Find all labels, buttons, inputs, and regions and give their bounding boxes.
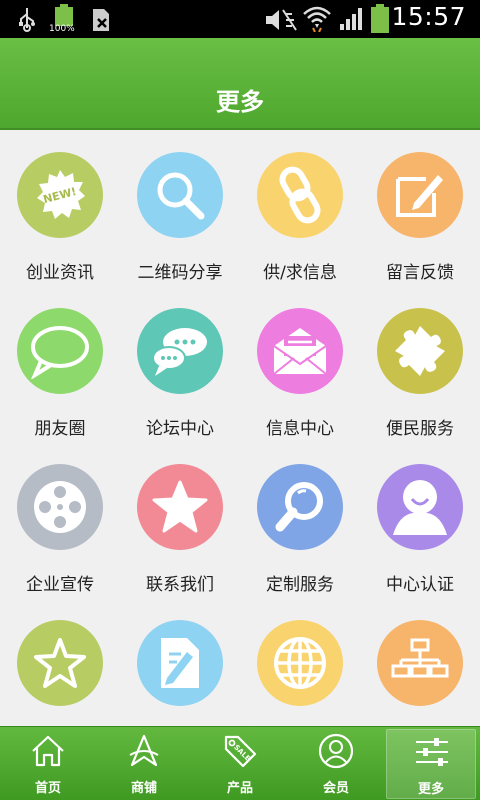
grid-item-custom-service[interactable]: 定制服务 (240, 442, 360, 598)
grid-item-label: 论坛中心 (146, 419, 214, 439)
grid-item-label: 联系我们 (146, 575, 214, 595)
grid-item-label: 中心认证 (386, 575, 454, 595)
nav-item-shop[interactable]: 商铺 (96, 727, 192, 800)
nav-item-member[interactable]: 会员 (288, 727, 384, 800)
grid-item-startup-news[interactable]: NEW! 创业资讯 (0, 130, 120, 286)
battery-icon: 100% (49, 4, 76, 34)
sale-tag-icon: SALE (224, 735, 257, 768)
new-badge-icon: NEW! (17, 152, 103, 238)
grid-item-contact-us[interactable]: 联系我们 (120, 442, 240, 598)
grid-item-label: 留言反馈 (386, 263, 454, 283)
grid-item-favorites[interactable] (0, 598, 120, 726)
grid-item-public-service[interactable]: 便民服务 (360, 286, 480, 442)
battery-icon (371, 4, 389, 33)
grid-item-label: 创业资讯 (26, 263, 94, 283)
menu-grid: NEW! 创业资讯 二维码分享 供/求信息 留言反馈 朋友圈 论坛中心 信息中心… (0, 130, 480, 726)
page-title: 更多 (216, 88, 264, 116)
mail-icon (257, 308, 343, 394)
mute-icon (266, 9, 297, 31)
sim-icon (93, 9, 109, 31)
nav-label: 商铺 (130, 781, 157, 796)
globe-icon (257, 620, 343, 706)
link-icon (257, 152, 343, 238)
header-bar: 更多 (0, 38, 480, 130)
grid-item-forum[interactable]: 论坛中心 (120, 286, 240, 442)
grid-item-sitemap[interactable] (360, 598, 480, 726)
grid-item-info-center[interactable]: 信息中心 (240, 286, 360, 442)
grid-item-label: 朋友圈 (34, 419, 86, 439)
chat-bubbles-icon (137, 308, 223, 394)
grid-item-label: 定制服务 (266, 575, 334, 595)
grid-item-website[interactable] (240, 598, 360, 726)
magnifier-icon (257, 464, 343, 550)
document-edit-icon (137, 620, 223, 706)
nav-label: 更多 (417, 782, 444, 797)
grid-item-supply-demand[interactable]: 供/求信息 (240, 130, 360, 286)
puzzle-icon (377, 308, 463, 394)
settings-sliders-icon (416, 738, 448, 766)
battery-percent-label: 100% (49, 24, 75, 34)
grid-item-label: 二维码分享 (137, 263, 223, 283)
grid-item-label: 便民服务 (386, 419, 454, 439)
status-bar: 100% 15:57 (0, 0, 480, 38)
search-icon (137, 152, 223, 238)
nav-item-more[interactable]: 更多 (386, 729, 476, 799)
star-outline-icon (17, 620, 103, 706)
grid-item-label: 企业宣传 (26, 575, 94, 595)
film-reel-icon (17, 464, 103, 550)
nav-label: 会员 (322, 781, 349, 796)
grid-item-center-certification[interactable]: 中心认证 (360, 442, 480, 598)
edit-icon (377, 152, 463, 238)
nav-item-products[interactable]: SALE 产品 (192, 727, 288, 800)
grid-item-moments[interactable]: 朋友圈 (0, 286, 120, 442)
member-icon (318, 733, 354, 769)
grid-item-qrcode-share[interactable]: 二维码分享 (120, 130, 240, 286)
grid-item-company-promo[interactable]: 企业宣传 (0, 442, 120, 598)
sitemap-icon (377, 620, 463, 706)
nav-label: 产品 (226, 781, 253, 796)
user-icon (377, 464, 463, 550)
speech-bubble-icon (17, 308, 103, 394)
bottom-nav: 首页 商铺 SALE 产品 会员 更多 (0, 726, 480, 800)
home-icon (32, 735, 64, 767)
shop-icon (129, 734, 159, 767)
usb-icon (19, 8, 35, 32)
grid-item-label: 信息中心 (266, 419, 334, 439)
grid-item-feedback[interactable]: 留言反馈 (360, 130, 480, 286)
star-icon (137, 464, 223, 550)
grid-item-label: 供/求信息 (263, 263, 337, 283)
nav-label: 首页 (34, 781, 61, 796)
signal-icon (340, 8, 362, 30)
nav-item-home[interactable]: 首页 (0, 727, 96, 800)
grid-item-document[interactable] (120, 598, 240, 726)
clock: 15:57 (391, 2, 466, 31)
wifi-icon (303, 6, 331, 32)
